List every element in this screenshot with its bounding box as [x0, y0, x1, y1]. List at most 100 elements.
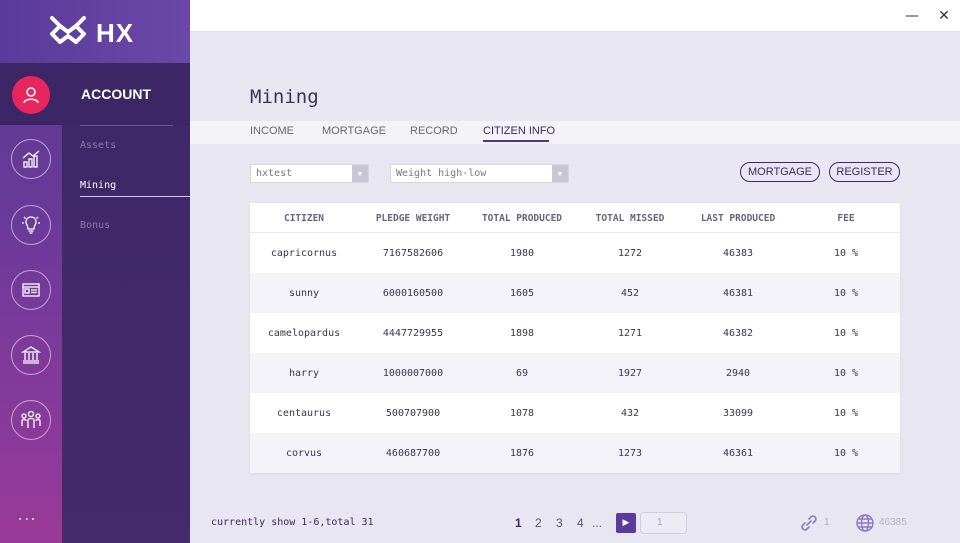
tab-citizen-info[interactable]: CITIZEN INFO	[483, 125, 555, 137]
block-height: 46385	[879, 517, 907, 528]
cell-total-produced: 1876	[509, 448, 535, 459]
cell-total-produced: 69	[515, 368, 529, 379]
cell-last-produced: 46361	[722, 448, 754, 459]
sidebar-active-underline	[80, 196, 190, 197]
cell-citizen: camelopardus	[267, 328, 341, 339]
sidebar-divider	[80, 125, 173, 126]
rail-item-community[interactable]	[11, 400, 51, 440]
user-icon	[23, 87, 39, 104]
group-icon	[21, 410, 41, 428]
link-icon	[801, 515, 817, 531]
column-header-citizen: CITIZEN	[283, 213, 325, 224]
tab-record[interactable]: RECORD	[410, 125, 458, 137]
table-row[interactable]: harry 1000007000 69 1927 2940 10 %	[250, 353, 900, 393]
cell-citizen: capricornus	[270, 248, 338, 259]
page-jump-input[interactable]: 1	[640, 512, 687, 534]
cell-citizen: sunny	[288, 288, 320, 299]
close-button[interactable]: ✕	[934, 6, 954, 26]
chart-icon	[22, 150, 40, 168]
hx-logo-icon	[50, 16, 86, 44]
cell-citizen: harry	[288, 368, 320, 379]
cell-pledge-weight: 6000160500	[382, 288, 444, 299]
column-header-fee: FEE	[837, 213, 855, 224]
cell-fee: 10 %	[833, 328, 859, 339]
cell-pledge-weight: 7167582606	[382, 248, 444, 259]
cell-total-missed: 1273	[617, 448, 643, 459]
page-title: Mining	[250, 86, 319, 108]
column-header-last-produced: LAST PRODUCED	[700, 213, 776, 224]
cell-total-produced: 1078	[509, 408, 535, 419]
table-row[interactable]: corvus 460687700 1876 1273 46361 10 %	[250, 433, 900, 473]
cell-total-missed: 1927	[617, 368, 643, 379]
cell-pledge-weight: 4447729955	[382, 328, 444, 339]
cell-total-missed: 432	[620, 408, 640, 419]
cell-fee: 10 %	[833, 248, 859, 259]
cell-pledge-weight: 1000007000	[382, 368, 444, 379]
cell-total-missed: 1272	[617, 248, 643, 259]
citizen-table: CITIZEN PLEDGE WEIGHT TOTAL PRODUCED TOT…	[250, 203, 900, 473]
cell-fee: 10 %	[833, 408, 859, 419]
cell-pledge-weight: 460687700	[385, 448, 441, 459]
title-bar	[190, 0, 960, 32]
cell-last-produced: 33099	[722, 408, 754, 419]
connection-count: 1	[824, 517, 830, 528]
table-row[interactable]: centaurus 500707900 1078 432 33099 10 %	[250, 393, 900, 433]
tabs-bar	[190, 121, 960, 144]
column-header-total-produced: TOTAL PRODUCED	[481, 213, 563, 224]
cell-last-produced: 46381	[722, 288, 754, 299]
register-button[interactable]: REGISTER	[829, 162, 900, 182]
page-2-link[interactable]: 2	[535, 516, 542, 530]
cell-last-produced: 46382	[722, 328, 754, 339]
account-select[interactable]: hxtest ▼	[250, 164, 369, 183]
page-ellipsis: ...	[592, 516, 603, 530]
chevron-down-icon: ▼	[552, 165, 568, 182]
brand-name: HX	[96, 18, 135, 48]
next-page-button[interactable]: ▶	[616, 513, 636, 533]
cell-total-produced: 1898	[509, 328, 535, 339]
cell-fee: 10 %	[833, 368, 859, 379]
sort-select[interactable]: Weight high-low ▼	[390, 164, 569, 183]
column-header-total-missed: TOTAL MISSED	[595, 213, 665, 224]
tab-income[interactable]: INCOME	[250, 125, 294, 137]
tab-active-underline	[483, 140, 549, 142]
mortgage-button[interactable]: MORTGAGE	[740, 162, 820, 182]
rail-item-bank[interactable]	[11, 335, 51, 375]
page-4-link[interactable]: 4	[577, 516, 584, 530]
globe-icon	[856, 514, 874, 532]
lightbulb-icon	[22, 216, 40, 234]
rail-item-idea[interactable]	[11, 205, 51, 245]
page-3-link[interactable]: 3	[556, 516, 563, 530]
page-1-link[interactable]: 1	[515, 516, 522, 530]
sidebar-item-assets[interactable]: Assets	[80, 140, 116, 151]
cell-total-missed: 452	[620, 288, 640, 299]
minimize-button[interactable]: —	[902, 6, 922, 26]
chevron-down-icon: ▼	[352, 165, 368, 182]
cell-citizen: corvus	[285, 448, 323, 459]
column-header-pledge-weight: PLEDGE WEIGHT	[375, 213, 451, 224]
table-row[interactable]: capricornus 7167582606 1980 1272 46383 1…	[250, 233, 900, 273]
sidebar-title: ACCOUNT	[81, 86, 151, 102]
more-icon[interactable]: ...	[18, 508, 37, 524]
rail-item-card[interactable]	[11, 270, 51, 310]
tab-mortgage[interactable]: MORTGAGE	[322, 125, 386, 137]
cell-last-produced: 2940	[725, 368, 751, 379]
rail-item-account[interactable]	[12, 76, 50, 114]
sidebar-item-bonus[interactable]: Bonus	[80, 220, 110, 231]
cell-last-produced: 46383	[722, 248, 754, 259]
cell-fee: 10 %	[833, 288, 859, 299]
table-row[interactable]: sunny 6000160500 1605 452 46381 10 %	[250, 273, 900, 313]
cell-total-missed: 1271	[617, 328, 643, 339]
account-select-value: hxtest	[256, 168, 293, 179]
play-icon: ▶	[622, 518, 630, 528]
logo-area: HX	[0, 0, 190, 63]
pagination-summary: currently show 1-6,total 31	[211, 517, 374, 528]
cell-pledge-weight: 500707900	[385, 408, 441, 419]
rail-item-chart[interactable]	[11, 139, 51, 179]
bank-icon	[20, 346, 42, 364]
cell-citizen: centaurus	[276, 408, 332, 419]
table-row[interactable]: camelopardus 4447729955 1898 1271 46382 …	[250, 313, 900, 353]
cell-total-produced: 1605	[509, 288, 535, 299]
table-header: CITIZEN PLEDGE WEIGHT TOTAL PRODUCED TOT…	[250, 203, 900, 233]
id-card-icon	[22, 283, 40, 297]
sidebar-item-mining[interactable]: Mining	[80, 180, 116, 191]
